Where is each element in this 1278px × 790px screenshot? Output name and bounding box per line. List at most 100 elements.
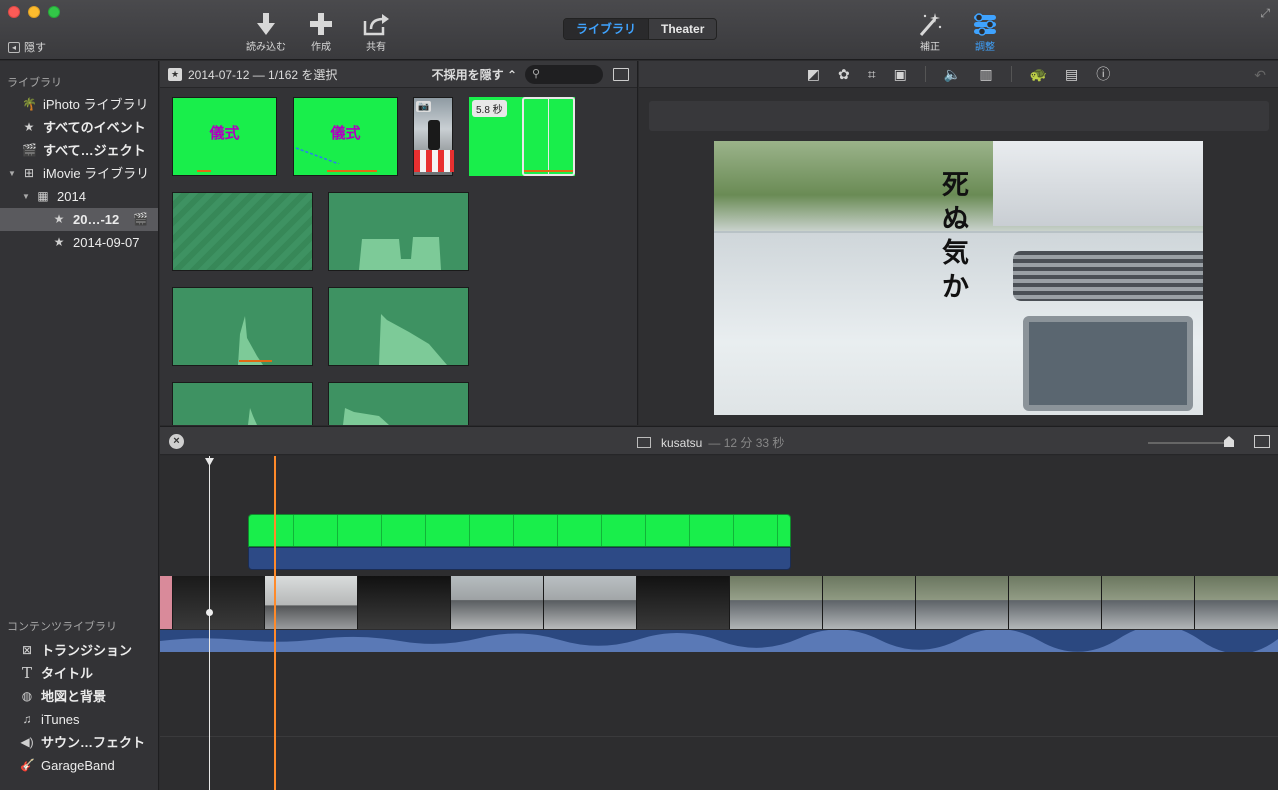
sidebar-item-label: 2014	[57, 189, 86, 204]
segment-divider	[381, 515, 382, 546]
star-icon: ★	[168, 67, 182, 81]
sidebar-item-event-2014-07-12[interactable]: ★ 20…-12 🎬	[0, 208, 158, 231]
timeline[interactable]	[160, 456, 1278, 790]
content-item-sound-effects[interactable]: ◀) サウン…フェクト	[0, 731, 159, 754]
project-duration: — 12 分 33 秒	[708, 436, 785, 450]
sidebar-item-event-2014-09-07[interactable]: ★ 2014-09-07	[0, 231, 158, 254]
clip-thumbnail	[823, 576, 916, 629]
disclosure-triangle-icon[interactable]: ▼	[6, 162, 18, 185]
sidebar-item-all-projects[interactable]: 🎬 すべて…ジェクト	[0, 139, 158, 162]
create-button[interactable]: 作成	[296, 10, 346, 53]
keyword-line	[295, 147, 340, 164]
clip-thumbnail	[637, 576, 730, 629]
clip-filter-icon[interactable]: ▤	[1065, 66, 1078, 83]
favorite-bar	[197, 170, 211, 172]
fullscreen-icon[interactable]: ⤢	[1260, 6, 1270, 21]
library-tab[interactable]: ライブラリ	[564, 19, 650, 39]
adjustment-controls-strip	[649, 101, 1269, 131]
disclosure-triangle-icon[interactable]: ▼	[20, 185, 32, 208]
star-icon: ★	[53, 212, 65, 226]
sidebar-item-iphoto[interactable]: 🌴 iPhoto ライブラリ	[0, 93, 158, 116]
search-input[interactable]: ⚲	[525, 64, 603, 84]
sidebar-item-2014[interactable]: ▼ ▦ 2014	[0, 185, 158, 208]
info-icon[interactable]: ⓘ	[1096, 64, 1110, 84]
separator	[924, 66, 926, 82]
selected-range[interactable]	[522, 97, 575, 176]
timeline-settings-icon[interactable]	[1254, 435, 1270, 448]
import-button[interactable]: 読み込む	[241, 10, 291, 53]
segment-divider	[513, 515, 514, 546]
browser-audio-clip[interactable]	[172, 192, 313, 271]
connected-audio-clip[interactable]	[248, 547, 791, 570]
playhead-handle[interactable]	[205, 458, 214, 466]
sidebar-item-label: すべて…ジェクト	[43, 143, 146, 158]
search-icon: ⚲	[532, 67, 541, 80]
browser-audio-clip[interactable]	[328, 382, 469, 425]
speed-turtle-icon[interactable]: 🐢	[1030, 66, 1047, 83]
video-preview[interactable]: 死ぬ気か	[714, 141, 1203, 415]
globe-icon: ◍	[21, 689, 33, 703]
content-item-titles[interactable]: T タイトル	[0, 662, 159, 685]
browser-audio-clip[interactable]	[172, 382, 313, 425]
sidebar-item-all-events[interactable]: ★ すべてのイベント	[0, 116, 158, 139]
duration-badge: 5.8 秒	[472, 100, 507, 117]
content-item-label: サウン…フェクト	[41, 735, 146, 750]
playhead[interactable]	[205, 456, 214, 790]
content-item-itunes[interactable]: ♫ iTunes	[0, 708, 159, 731]
browser-audio-clip[interactable]	[172, 287, 313, 366]
browser-audio-clip[interactable]	[328, 287, 469, 366]
primary-storyline[interactable]	[160, 576, 1278, 629]
camera-icon: 📷	[416, 101, 432, 112]
skimmer-line	[274, 456, 276, 790]
enhance-button[interactable]: 補正	[905, 10, 955, 53]
event-browser: ★ 2014-07-12 — 1/162 を選択 不採用を隠す ⌃ ⚲ 儀式 儀…	[160, 61, 638, 425]
volume-icon[interactable]: 🔈	[944, 66, 961, 83]
sidebar-item-imovie-library[interactable]: ▼ ⊞ iMovie ライブラリ	[0, 162, 158, 185]
clapper-icon: 🎬	[133, 212, 149, 226]
close-window-button[interactable]	[8, 6, 20, 18]
import-label: 読み込む	[246, 42, 286, 53]
theater-tab[interactable]: Theater	[649, 19, 716, 39]
share-button[interactable]: 共有	[351, 10, 401, 53]
reset-undo-icon[interactable]: ↶	[1254, 67, 1266, 84]
hide-rejected-popup[interactable]: 不採用を隠す ⌃	[432, 66, 517, 83]
content-item-maps[interactable]: ◍ 地図と背景	[0, 685, 159, 708]
crop-icon[interactable]: ⌗	[868, 66, 876, 83]
color-palette-icon[interactable]: ✿	[838, 66, 850, 83]
equalizer-icon[interactable]: ▥	[979, 66, 992, 83]
browser-clip[interactable]: 儀式	[293, 97, 398, 176]
minimize-window-button[interactable]	[28, 6, 40, 18]
clip-thumbnail	[160, 576, 173, 629]
air-vent-shape	[1013, 251, 1203, 301]
clip-thumbnail	[1009, 576, 1102, 629]
title-clip[interactable]	[248, 514, 791, 547]
stabilization-camera-icon[interactable]: ▣	[894, 66, 907, 83]
project-title: kusatsu — 12 分 33 秒	[637, 434, 784, 451]
favorite-bar	[524, 170, 573, 172]
segment-divider	[601, 515, 602, 546]
clip-thumbnail	[173, 576, 265, 629]
filmstrip-settings-icon[interactable]	[613, 67, 629, 81]
clip-thumbnail	[265, 576, 358, 629]
hide-sidebar-button[interactable]: ◂ 隠す	[8, 39, 46, 55]
content-item-label: 地図と背景	[41, 689, 107, 704]
browser-header: ★ 2014-07-12 — 1/162 を選択 不採用を隠す ⌃ ⚲	[160, 61, 637, 88]
close-project-button[interactable]: ×	[169, 434, 184, 449]
zoom-slider-knob[interactable]	[1224, 436, 1234, 447]
waveform	[160, 625, 1278, 654]
zoom-slider-track[interactable]	[1148, 442, 1228, 444]
timeline-divider	[160, 736, 1278, 737]
browser-clip[interactable]: 儀式	[172, 97, 277, 176]
browser-clip[interactable]: 5.8 秒	[469, 97, 575, 176]
sidebar-item-label: iPhoto ライブラリ	[43, 97, 149, 112]
color-balance-icon[interactable]: ◩	[807, 66, 820, 83]
content-item-garageband[interactable]: 🎸 GarageBand	[0, 754, 159, 777]
zoom-window-button[interactable]	[48, 6, 60, 18]
create-label: 作成	[311, 42, 331, 53]
adjust-button[interactable]: 調整	[960, 10, 1010, 53]
browser-clip-photo[interactable]: 📷	[413, 97, 454, 176]
content-item-transitions[interactable]: ⊠ トランジション	[0, 639, 159, 662]
adjustments-bar: ◩ ✿ ⌗ ▣ 🔈 ▥ 🐢 ▤ ⓘ	[639, 61, 1278, 88]
browser-audio-clip[interactable]	[328, 192, 469, 271]
film-icon	[637, 437, 651, 448]
